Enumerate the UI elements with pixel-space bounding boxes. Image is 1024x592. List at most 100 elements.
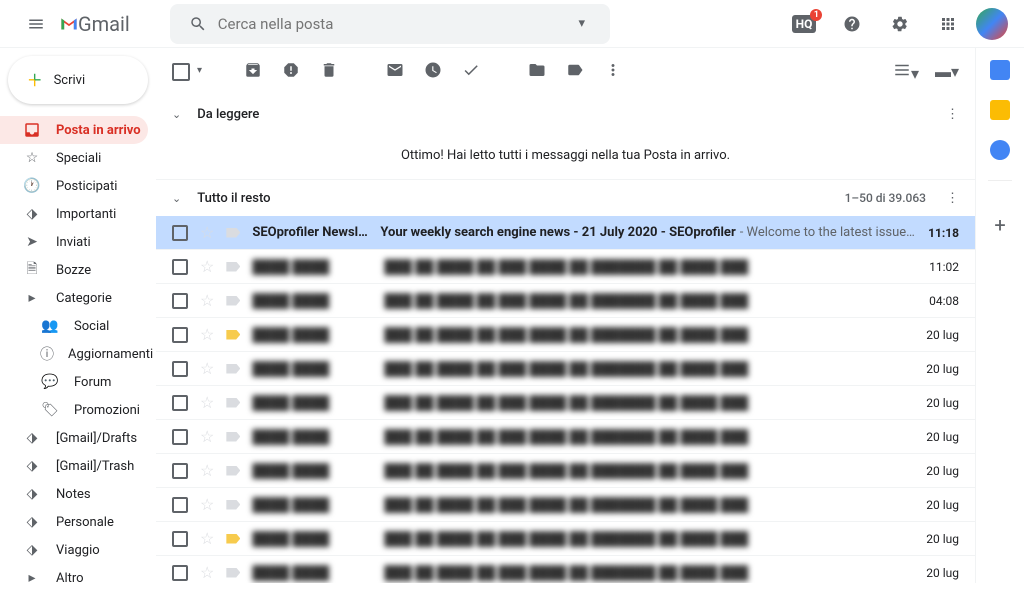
important-icon[interactable] — [226, 228, 240, 238]
label-icon: ⬗ — [22, 542, 42, 558]
input-tools-icon[interactable]: ▬▾ — [935, 62, 959, 82]
density-icon[interactable]: ▾ — [893, 61, 919, 83]
move-icon[interactable] — [528, 61, 546, 83]
compose-button[interactable]: + Scrivi — [8, 56, 148, 104]
important-icon[interactable] — [226, 466, 240, 476]
tasks-icon[interactable] — [990, 140, 1010, 160]
email-row[interactable]: ☆████ ███████ ██ ████ ██ ███ ████ ██ ███… — [156, 386, 975, 420]
account-avatar[interactable] — [976, 8, 1008, 40]
important-icon[interactable] — [226, 432, 240, 442]
row-checkbox[interactable] — [172, 429, 188, 445]
email-row[interactable]: ☆████ ███████ ██ ████ ██ ███ ████ ██ ███… — [156, 522, 975, 556]
label-icon[interactable] — [566, 61, 584, 83]
pagination-count: 1–50 di 39.063 — [845, 191, 926, 205]
keep-icon[interactable] — [990, 100, 1010, 120]
row-checkbox[interactable] — [172, 327, 188, 343]
row-snippet: ███ ██ ████ ██ ███ ████ ██ ███████ ██ ██… — [384, 395, 914, 411]
sidebar-item-forum[interactable]: 💬Forum — [0, 368, 148, 396]
star-icon[interactable]: ☆ — [200, 257, 214, 276]
mark-read-icon[interactable] — [386, 61, 404, 83]
search-icon[interactable] — [178, 15, 218, 33]
star-icon[interactable]: ☆ — [200, 223, 214, 242]
sidebar-item-notes[interactable]: ⬗Notes — [0, 480, 148, 508]
tasks-icon[interactable] — [462, 61, 480, 83]
sidebar-item-gmaildrafts[interactable]: ⬗[Gmail]/Drafts — [0, 424, 148, 452]
sidebar: + Scrivi Posta in arrivo☆Speciali🕐Postic… — [0, 48, 156, 583]
star-icon[interactable]: ☆ — [200, 325, 214, 344]
sidebar-item-posticipati[interactable]: 🕐Posticipati — [0, 172, 148, 200]
settings-icon[interactable] — [880, 4, 920, 44]
hamburger-menu-icon[interactable] — [16, 4, 56, 44]
apps-icon[interactable] — [928, 4, 968, 44]
gmail-logo[interactable]: Gmail — [60, 12, 130, 36]
email-row[interactable]: ☆████ ███████ ██ ████ ██ ███ ████ ██ ███… — [156, 556, 975, 583]
sidebar-item-postainarrivo[interactable]: Posta in arrivo — [0, 116, 148, 144]
star-icon[interactable]: ☆ — [200, 461, 214, 480]
star-icon[interactable]: ☆ — [200, 427, 214, 446]
search-options-icon[interactable]: ▾ — [562, 16, 602, 31]
archive-icon[interactable] — [244, 61, 262, 83]
star-icon[interactable]: ☆ — [200, 563, 214, 582]
sidebar-item-aggiornamenti[interactable]: ⓘAggiornamenti — [0, 340, 148, 368]
section-more-icon[interactable]: ⋮ — [946, 107, 959, 122]
sidebar-item-altro[interactable]: ▸Altro — [0, 564, 148, 592]
star-icon[interactable]: ☆ — [200, 393, 214, 412]
row-checkbox[interactable] — [172, 531, 188, 547]
chevron-down-icon[interactable]: ⌄ — [172, 108, 181, 121]
sidebar-item-promozioni[interactable]: 🏷Promozioni — [0, 396, 148, 424]
search-bar[interactable]: ▾ — [170, 4, 610, 44]
sidebar-item-bozze[interactable]: 🗎Bozze — [0, 256, 148, 284]
star-icon[interactable]: ☆ — [200, 495, 214, 514]
sidebar-item-personale[interactable]: ⬗Personale — [0, 508, 148, 536]
row-checkbox[interactable] — [172, 497, 188, 513]
select-all-checkbox[interactable] — [172, 63, 190, 81]
delete-icon[interactable] — [320, 61, 338, 83]
section-more-icon[interactable]: ⋮ — [946, 191, 959, 206]
important-icon[interactable] — [226, 500, 240, 510]
important-icon[interactable] — [226, 398, 240, 408]
email-row[interactable]: ☆████ ███████ ██ ████ ██ ███ ████ ██ ███… — [156, 318, 975, 352]
email-row[interactable]: ☆SEOprofiler Newslet.Your weekly search … — [156, 216, 975, 250]
sidebar-item-inviati[interactable]: ➤Inviati — [0, 228, 148, 256]
addons-plus-icon[interactable]: + — [994, 213, 1005, 237]
important-icon[interactable] — [226, 364, 240, 374]
important-icon[interactable] — [226, 568, 240, 578]
sidebar-item-viaggio[interactable]: ⬗Viaggio — [0, 536, 148, 564]
row-checkbox[interactable] — [172, 395, 188, 411]
email-row[interactable]: ☆████ ███████ ██ ████ ██ ███ ████ ██ ███… — [156, 352, 975, 386]
calendar-icon[interactable] — [990, 60, 1010, 80]
sidebar-item-categorie[interactable]: ▸Categorie — [0, 284, 148, 312]
more-icon[interactable] — [604, 61, 622, 83]
sidebar-item-importanti[interactable]: ⬗Importanti — [0, 200, 148, 228]
star-icon[interactable]: ☆ — [200, 359, 214, 378]
chevron-down-icon[interactable]: ⌄ — [172, 192, 181, 205]
important-icon[interactable] — [226, 534, 240, 544]
row-checkbox[interactable] — [172, 259, 188, 275]
email-row[interactable]: ☆████ ███████ ██ ████ ██ ███ ████ ██ ███… — [156, 420, 975, 454]
email-row[interactable]: ☆████ ███████ ██ ████ ██ ███ ████ ██ ███… — [156, 454, 975, 488]
snooze-icon[interactable] — [424, 61, 442, 83]
row-checkbox[interactable] — [172, 361, 188, 377]
help-icon[interactable] — [832, 4, 872, 44]
email-row[interactable]: ☆████ ███████ ██ ████ ██ ███ ████ ██ ███… — [156, 284, 975, 318]
important-icon[interactable] — [226, 296, 240, 306]
important-icon[interactable] — [226, 262, 240, 272]
star-icon[interactable]: ☆ — [200, 529, 214, 548]
row-checkbox[interactable] — [172, 463, 188, 479]
star-icon[interactable]: ☆ — [200, 291, 214, 310]
sidebar-item-speciali[interactable]: ☆Speciali — [0, 144, 148, 172]
email-row[interactable]: ☆████ ███████ ██ ████ ██ ███ ████ ██ ███… — [156, 488, 975, 522]
hq-icon[interactable]: HQ — [784, 4, 824, 44]
row-snippet: ███ ██ ████ ██ ███ ████ ██ ███████ ██ ██… — [384, 293, 917, 309]
row-checkbox[interactable] — [172, 225, 188, 241]
important-icon[interactable] — [226, 330, 240, 340]
sidebar-item-gmailtrash[interactable]: ⬗[Gmail]/Trash — [0, 452, 148, 480]
email-row[interactable]: ☆████ ███████ ██ ████ ██ ███ ████ ██ ███… — [156, 250, 975, 284]
row-checkbox[interactable] — [172, 565, 188, 581]
tag-icon: 🏷 — [40, 402, 60, 418]
spam-icon[interactable] — [282, 61, 300, 83]
row-checkbox[interactable] — [172, 293, 188, 309]
sidebar-item-social[interactable]: 👥Social — [0, 312, 148, 340]
sidebar-item-label: Notes — [56, 487, 91, 502]
search-input[interactable] — [218, 15, 562, 33]
